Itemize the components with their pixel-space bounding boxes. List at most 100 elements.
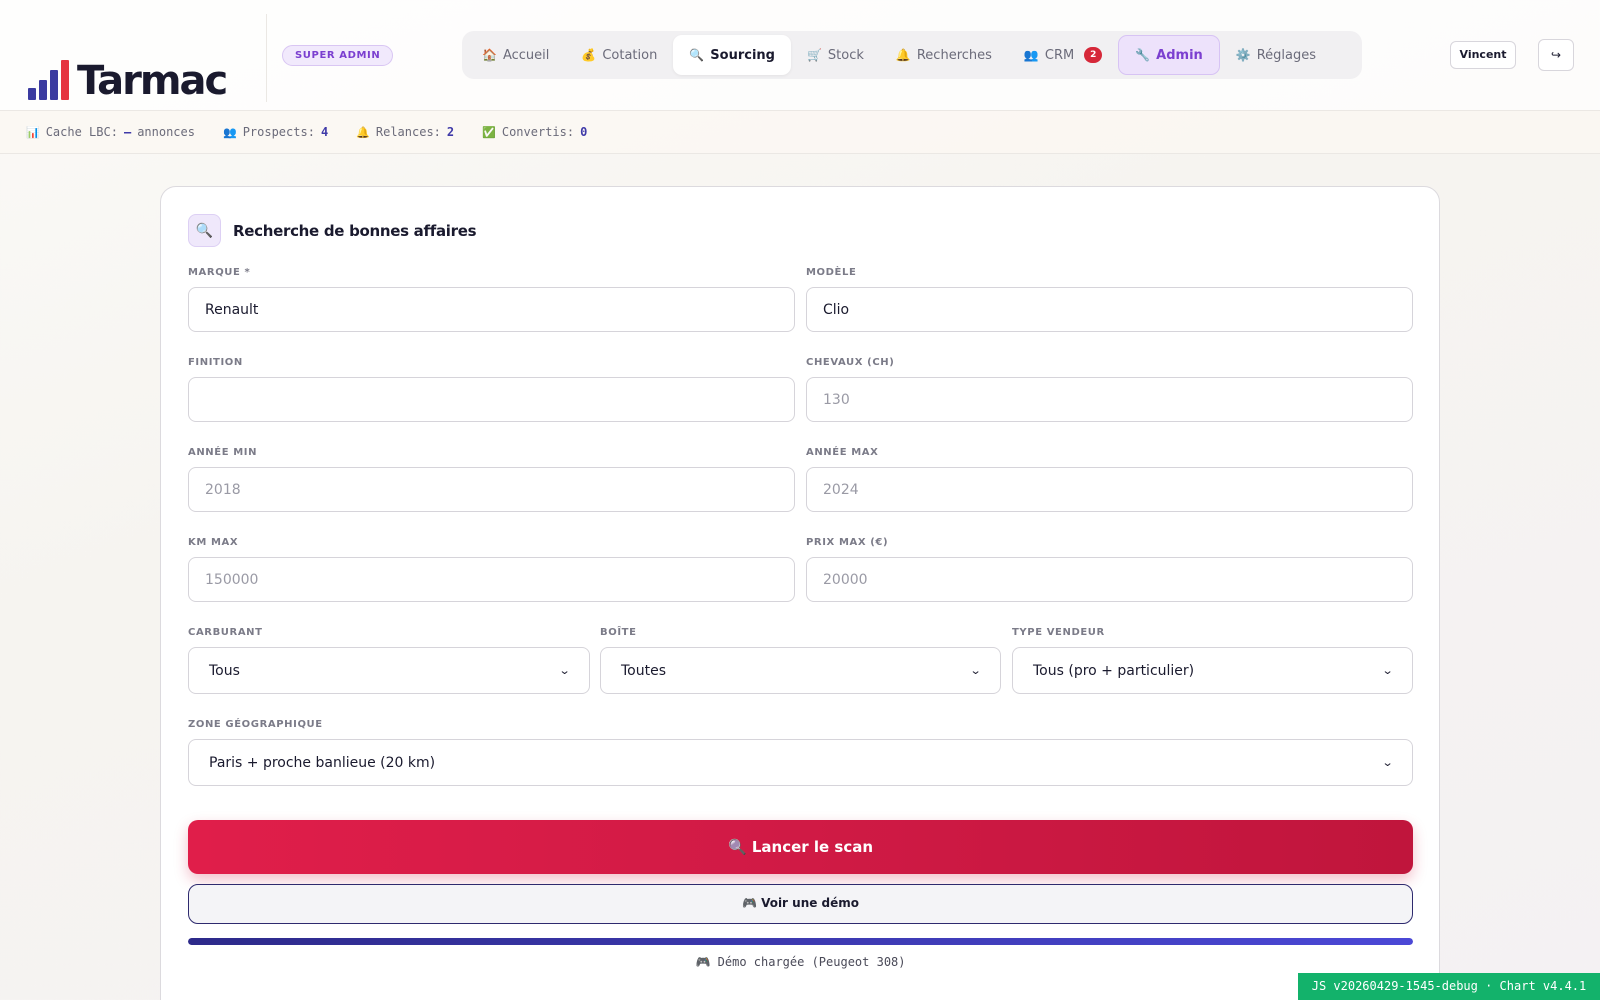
chart-icon: 📊 (26, 125, 40, 139)
logo-text: Tarmac (77, 58, 228, 104)
header-divider (266, 14, 267, 102)
tab-label: Admin (1156, 47, 1203, 63)
logo-bars-icon (28, 60, 69, 100)
top-header: Tarmac SUPER ADMIN 🏠 Accueil 💰 Cotation 🔍 S… (0, 0, 1600, 111)
stat-label: Relances: (375, 125, 441, 139)
stat-suffix: annonces (137, 125, 195, 139)
tab-label: Sourcing (710, 47, 775, 63)
select-value: Tous (pro + particulier) (1033, 662, 1195, 679)
check-icon: ✅ (482, 125, 496, 139)
field-label: MARQUE * (188, 267, 251, 278)
tab-sourcing[interactable]: 🔍 Sourcing (673, 35, 791, 75)
km-max-input[interactable] (188, 557, 795, 602)
finition-input[interactable] (188, 377, 795, 422)
tab-admin[interactable]: 🔧 Admin (1118, 35, 1220, 75)
chevron-down-icon: ⌄ (1381, 664, 1394, 677)
wrench-icon: 🔧 (1135, 48, 1151, 62)
users-icon: 👥 (222, 125, 237, 139)
modele-field: MODÈLE (806, 267, 1413, 332)
search-icon: 🔍 (188, 214, 221, 247)
marque-field: MARQUE * (188, 267, 795, 332)
carburant-select[interactable]: Tous ⌄ (188, 647, 590, 694)
role-badge: SUPER ADMIN (282, 45, 394, 66)
tab-crm[interactable]: 👥 CRM 2 (1008, 35, 1118, 75)
type-vendeur-select[interactable]: Tous (pro + particulier) ⌄ (1012, 647, 1413, 694)
user-button[interactable]: Vincent (1450, 41, 1516, 69)
field-label: TYPE VENDEUR (1012, 627, 1105, 638)
chevaux-field: CHEVAUX (CH) (806, 357, 1413, 422)
crm-count-badge: 2 (1084, 47, 1103, 63)
annee-min-field: ANNÉE MIN (188, 447, 795, 512)
chevron-down-icon: ⌄ (969, 664, 982, 677)
field-label: ZONE GÉOGRAPHIQUE (188, 719, 323, 730)
annee-max-field: ANNÉE MAX (806, 447, 1413, 512)
select-value: Paris + proche banlieue (20 km) (209, 754, 436, 771)
card-title: Recherche de bonnes affaires (233, 221, 477, 240)
field-label: PRIX MAX (€) (806, 537, 889, 548)
km-max-field: KM MAX (188, 537, 795, 602)
tab-label: Recherches (916, 47, 992, 63)
launch-scan-button[interactable]: 🔍 Lancer le scan (188, 820, 1413, 874)
modele-input[interactable] (806, 287, 1413, 332)
boite-select[interactable]: Toutes ⌄ (600, 647, 1001, 694)
bell-icon: 🔔 (895, 48, 911, 62)
stats-bar: 📊 Cache LBC: — annonces 👥 Prospects: 4 🔔… (0, 111, 1600, 154)
prix-max-input[interactable] (806, 557, 1413, 602)
debug-version-badge: JS v20260429-1545-debug · Chart v4.4.1 (1298, 973, 1600, 1000)
stat-label: Cache LBC: (45, 125, 118, 139)
stat-label: Prospects: (242, 125, 315, 139)
zone-select[interactable]: Paris + proche banlieue (20 km) ⌄ (188, 739, 1413, 786)
field-label: KM MAX (188, 537, 239, 548)
stat-relances: 🔔 Relances: 2 (356, 125, 454, 139)
search-card: 🔍 Recherche de bonnes affaires MARQUE * … (160, 186, 1440, 1000)
carburant-field: CARBURANT Tous ⌄ (188, 627, 590, 694)
progress-bar (188, 938, 1413, 945)
gear-icon: ⚙️ (1235, 48, 1251, 62)
select-value: Toutes (621, 662, 667, 679)
stat-convertis: ✅ Convertis: 0 (482, 125, 587, 139)
stat-value: 0 (580, 125, 588, 139)
bell-icon: 🔔 (356, 125, 370, 139)
card-header: 🔍 Recherche de bonnes affaires (188, 214, 477, 247)
stat-value: 2 (446, 125, 455, 139)
demo-button[interactable]: 🎮 Voir une démo (188, 884, 1413, 924)
logo[interactable]: Tarmac (28, 58, 228, 104)
home-icon: 🏠 (482, 48, 497, 62)
field-label: MODÈLE (806, 267, 857, 278)
stat-label: Convertis: (501, 125, 575, 139)
field-label: ANNÉE MAX (806, 447, 879, 458)
users-icon: 👥 (1023, 48, 1039, 62)
tab-reglages[interactable]: ⚙️ Réglages (1220, 35, 1332, 75)
money-bag-icon: 💰 (581, 48, 597, 62)
annee-max-input[interactable] (806, 467, 1413, 512)
tab-stock[interactable]: 🛒 Stock (791, 35, 880, 75)
cart-icon: 🛒 (806, 48, 822, 62)
field-label: CHEVAUX (CH) (806, 357, 895, 368)
tab-label: Réglages (1256, 47, 1317, 63)
annee-min-input[interactable] (188, 467, 795, 512)
select-value: Tous (209, 662, 240, 679)
prix-max-field: PRIX MAX (€) (806, 537, 1413, 602)
zone-field: ZONE GÉOGRAPHIQUE Paris + proche banlieu… (188, 719, 1413, 786)
status-message: 🎮 Démo chargée (Peugeot 308) (695, 955, 906, 969)
marque-input[interactable] (188, 287, 795, 332)
field-label: CARBURANT (188, 627, 263, 638)
field-label: BOÎTE (600, 627, 637, 638)
logout-button[interactable]: ↪ (1538, 39, 1574, 71)
stat-cache: 📊 Cache LBC: — annonces (26, 125, 195, 139)
boite-field: BOÎTE Toutes ⌄ (600, 627, 1001, 694)
finition-field: FINITION (188, 357, 795, 422)
tab-label: CRM (1044, 47, 1075, 63)
stat-value: 4 (320, 125, 329, 139)
logout-icon: ↪ (1550, 48, 1562, 62)
tab-label: Stock (827, 47, 864, 63)
stat-value: — (123, 125, 132, 139)
tab-accueil[interactable]: 🏠 Accueil (466, 35, 565, 75)
field-label: FINITION (188, 357, 243, 368)
tab-label: Cotation (602, 47, 658, 63)
field-label: ANNÉE MIN (188, 447, 258, 458)
tab-cotation[interactable]: 💰 Cotation (565, 35, 673, 75)
tab-label: Accueil (502, 47, 550, 63)
chevaux-input[interactable] (806, 377, 1413, 422)
tab-recherches[interactable]: 🔔 Recherches (880, 35, 1008, 75)
